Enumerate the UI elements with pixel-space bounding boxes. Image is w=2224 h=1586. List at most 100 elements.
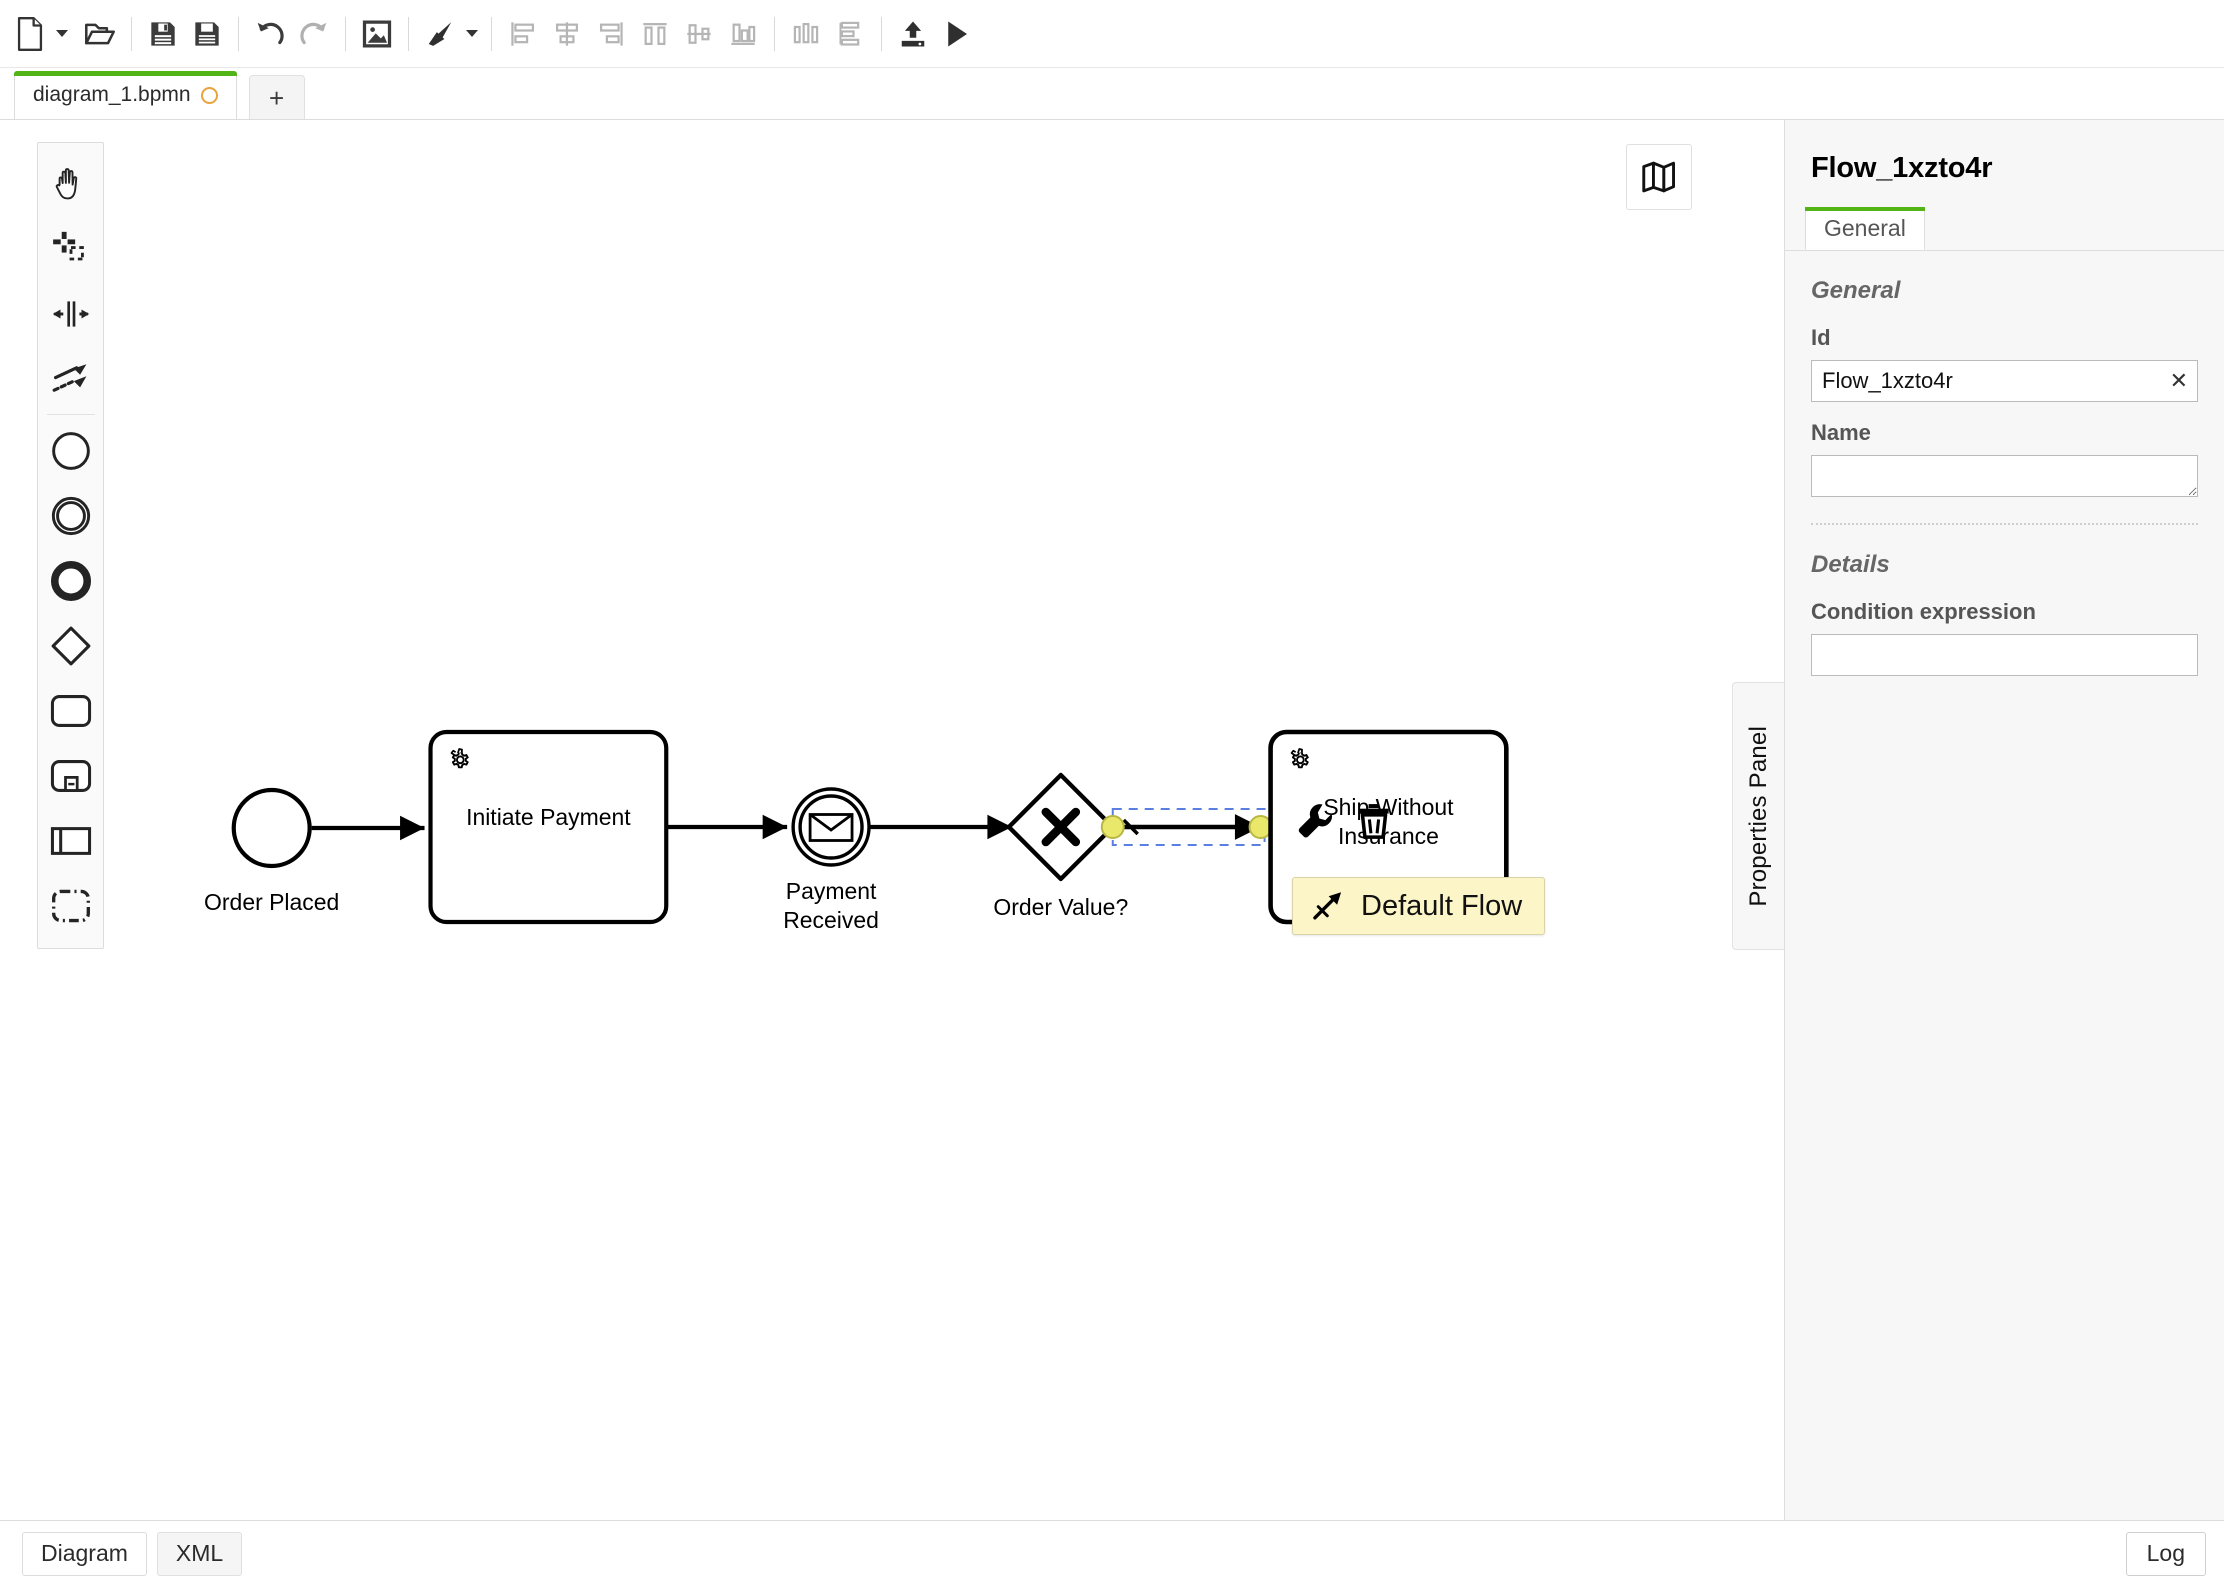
align-center-button[interactable] bbox=[545, 12, 589, 56]
file-new-icon bbox=[17, 16, 43, 51]
id-input[interactable] bbox=[1811, 360, 2198, 402]
log-button-label: Log bbox=[2146, 1540, 2185, 1566]
align-tool-button[interactable] bbox=[418, 12, 462, 56]
align-right-icon bbox=[599, 21, 623, 46]
start-event-icon bbox=[51, 431, 90, 470]
palette-subprocess[interactable] bbox=[37, 743, 104, 808]
name-field-label: Name bbox=[1811, 420, 1871, 445]
palette-hand-tool[interactable] bbox=[37, 151, 104, 216]
save-button[interactable] bbox=[141, 12, 185, 56]
open-file-button[interactable] bbox=[78, 12, 122, 56]
palette-global-connect-tool[interactable] bbox=[37, 346, 104, 411]
run-button[interactable] bbox=[935, 12, 979, 56]
bpmn-canvas[interactable]: Order Placed Initiate Payment Payment Re… bbox=[0, 120, 1784, 1520]
properties-tab-general[interactable]: General bbox=[1805, 207, 1925, 250]
properties-panel: Flow_1xzto4r General General Id ✕ Name bbox=[1784, 120, 2224, 1520]
deploy-button[interactable] bbox=[891, 12, 935, 56]
palette-task[interactable] bbox=[37, 678, 104, 743]
trash-icon bbox=[1359, 804, 1389, 839]
palette-end-event[interactable] bbox=[37, 548, 104, 613]
distribute-vertical-icon bbox=[839, 21, 860, 46]
play-icon bbox=[948, 21, 967, 46]
add-tab-button[interactable]: + bbox=[248, 75, 305, 119]
status-tab-xml[interactable]: XML bbox=[156, 1531, 243, 1576]
file-tab-label: diagram_1.bpmn bbox=[33, 83, 191, 106]
properties-panel-handle[interactable]: Properties Panel bbox=[1732, 682, 1784, 950]
palette-group[interactable] bbox=[37, 873, 104, 938]
hand-icon bbox=[55, 167, 77, 199]
properties-group-details: Details Condition expression bbox=[1785, 525, 2224, 676]
distribute-horizontal-icon bbox=[793, 22, 819, 43]
bpmn-element-payment-received[interactable]: Payment Received bbox=[783, 787, 879, 933]
end-event-icon bbox=[50, 560, 91, 601]
condition-expression-label: Condition expression bbox=[1811, 599, 2036, 624]
toolbar-separator bbox=[408, 16, 409, 51]
map-icon bbox=[1642, 161, 1675, 193]
save-as-button[interactable] bbox=[185, 12, 229, 56]
redo-button[interactable] bbox=[292, 12, 336, 56]
align-left-button[interactable] bbox=[501, 12, 545, 56]
connection-source-handle[interactable] bbox=[1100, 815, 1125, 839]
distribute-horizontal-button[interactable] bbox=[784, 12, 828, 56]
task-icon bbox=[50, 694, 91, 727]
image-export-icon bbox=[362, 20, 392, 47]
file-tab-diagram-1[interactable]: diagram_1.bpmn bbox=[14, 71, 237, 119]
bpmn-diagram-canvas[interactable]: Order Placed Initiate Payment Payment Re… bbox=[0, 120, 1784, 1520]
bpmn-editor-window: diagram_1.bpmn + Order Placed Initiate P… bbox=[0, 0, 2224, 1586]
intermediate-event-icon bbox=[51, 496, 90, 535]
participant-icon bbox=[50, 826, 91, 855]
new-diagram-dropdown[interactable] bbox=[52, 12, 72, 56]
palette-space-tool[interactable] bbox=[37, 281, 104, 346]
align-center-icon bbox=[555, 21, 579, 46]
toolbar-separator bbox=[491, 16, 492, 51]
new-diagram-button[interactable] bbox=[8, 12, 52, 56]
chevron-down-icon bbox=[466, 30, 478, 37]
bpmn-element-initiate-payment[interactable]: Initiate Payment bbox=[428, 729, 669, 925]
id-field-wrap: ✕ bbox=[1811, 360, 2198, 402]
name-textarea[interactable] bbox=[1811, 455, 2198, 497]
sequence-flow-default-selected[interactable] bbox=[1100, 808, 1273, 846]
context-pad-wrench-button[interactable] bbox=[1290, 795, 1342, 847]
palette-separator bbox=[46, 414, 95, 415]
toolbar-separator bbox=[238, 16, 239, 51]
status-tab-diagram[interactable]: Diagram bbox=[22, 1531, 147, 1576]
default-flow-icon bbox=[1313, 892, 1342, 920]
palette-gateway[interactable] bbox=[37, 613, 104, 678]
minimap-toggle-button[interactable] bbox=[1626, 144, 1692, 210]
align-bottom-button[interactable] bbox=[721, 12, 765, 56]
palette-lasso-tool[interactable] bbox=[37, 216, 104, 281]
properties-panel-tabs: General bbox=[1785, 207, 2224, 251]
toolbar-separator bbox=[131, 16, 132, 51]
palette-participant[interactable] bbox=[37, 808, 104, 873]
initiate-payment-label: Initiate Payment bbox=[466, 804, 631, 830]
export-image-button[interactable] bbox=[355, 12, 399, 56]
bpmn-element-start-event[interactable]: Order Placed bbox=[204, 787, 339, 915]
global-connect-icon bbox=[52, 363, 86, 392]
id-clear-button[interactable]: ✕ bbox=[2170, 370, 2188, 392]
condition-expression-input[interactable] bbox=[1811, 634, 2198, 676]
undo-icon bbox=[257, 22, 284, 44]
align-top-button[interactable] bbox=[633, 12, 677, 56]
group-icon bbox=[51, 889, 90, 922]
main-toolbar bbox=[0, 0, 2224, 68]
align-left-icon bbox=[511, 21, 535, 46]
toolbar-separator bbox=[881, 16, 882, 51]
align-right-button[interactable] bbox=[589, 12, 633, 56]
toolbar-separator bbox=[345, 16, 346, 51]
palette-intermediate-event[interactable] bbox=[37, 483, 104, 548]
payment-received-label-line2: Received bbox=[783, 907, 879, 933]
add-tab-label: + bbox=[269, 82, 285, 113]
subprocess-icon bbox=[50, 759, 91, 792]
distribute-vertical-button[interactable] bbox=[828, 12, 872, 56]
align-middle-button[interactable] bbox=[677, 12, 721, 56]
deploy-upload-icon bbox=[901, 21, 925, 46]
undo-button[interactable] bbox=[248, 12, 292, 56]
log-button[interactable]: Log bbox=[2125, 1531, 2206, 1576]
align-tool-dropdown[interactable] bbox=[462, 12, 482, 56]
space-tool-icon bbox=[52, 300, 89, 327]
bpmn-element-order-value-gateway[interactable]: Order Value? bbox=[993, 772, 1128, 920]
editor-body: Order Placed Initiate Payment Payment Re… bbox=[0, 120, 2224, 1520]
lasso-icon bbox=[52, 231, 84, 260]
context-pad-delete-button[interactable] bbox=[1348, 795, 1400, 847]
palette-start-event[interactable] bbox=[37, 418, 104, 483]
